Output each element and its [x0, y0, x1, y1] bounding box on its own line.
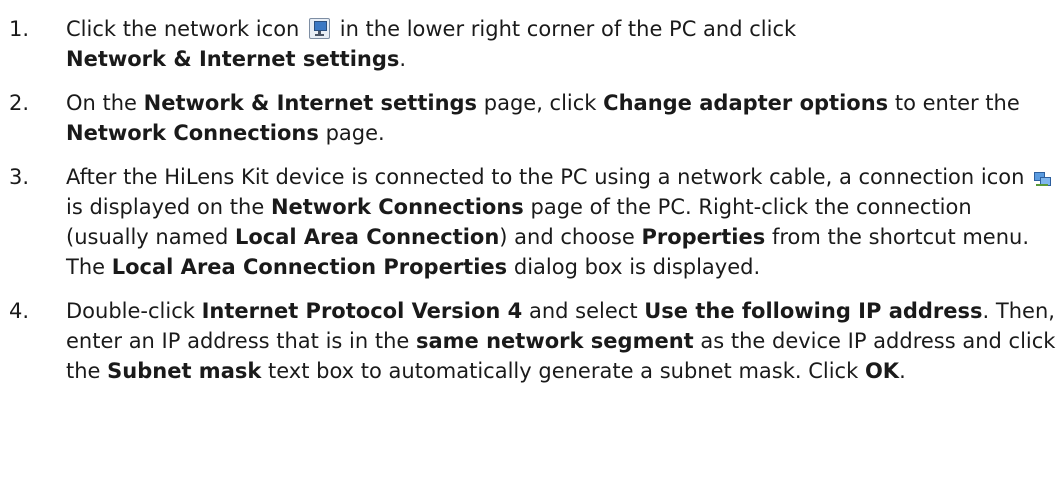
bold-term: Subnet mask [107, 359, 262, 383]
text-run: dialog box is displayed. [513, 255, 761, 279]
network-tray-icon [309, 18, 331, 39]
text-run: ) and choose [499, 225, 635, 249]
text-run: is displayed on the [66, 195, 265, 219]
bold-term: Network & Internet settings [143, 91, 478, 115]
step-number: 4. [9, 299, 30, 323]
text-run: Double-click [66, 299, 195, 323]
text-run: page. [325, 121, 385, 145]
text-run: page, click [483, 91, 597, 115]
text-run: text box to automatically generate a sub… [268, 359, 859, 383]
bold-term: Local Area Connection Properties [111, 255, 508, 279]
step-1: 1. Click the network icon in the lower r… [0, 14, 1056, 74]
step-number: 2. [9, 91, 30, 115]
text-run: and select [528, 299, 638, 323]
network-connection-icon [1033, 171, 1052, 187]
text-run: . [399, 47, 407, 71]
bold-term: Internet Protocol Version 4 [201, 299, 523, 323]
text-run: . [899, 359, 906, 383]
bold-term: Change adapter options [603, 91, 889, 115]
bold-term: Network Connections [66, 121, 319, 145]
bold-term: Network Connections [270, 195, 524, 219]
bold-term: Local Area Connection [234, 225, 500, 249]
bold-term: OK [864, 359, 900, 383]
step-2: 2. On the Network & Internet settings pa… [0, 88, 1056, 148]
text-run: Click the network icon [66, 17, 300, 41]
text-run: to enter the [894, 91, 1020, 115]
step-text: After the HiLens Kit device is connected… [66, 162, 1056, 282]
step-text: Double-click Internet Protocol Version 4… [66, 296, 1056, 386]
text-run: in the lower right corner of the PC and … [339, 17, 797, 41]
step-4: 4. Double-click Internet Protocol Versio… [0, 296, 1056, 386]
step-3: 3. After the HiLens Kit device is connec… [0, 162, 1056, 282]
step-text: On the Network & Internet settings page,… [66, 88, 1056, 148]
bold-term: Properties [641, 225, 766, 249]
bold-term: Network & Internet settings [66, 47, 400, 71]
instruction-steps: 1. Click the network icon in the lower r… [0, 0, 1056, 386]
text-run: On the [66, 91, 137, 115]
bold-term: Use the following IP address [644, 299, 983, 323]
bold-term: same network segment [416, 329, 694, 353]
step-number: 1. [9, 17, 30, 41]
step-number: 3. [9, 165, 30, 189]
text-run: After the HiLens Kit device is connected… [66, 165, 1025, 189]
step-text: Click the network icon in the lower righ… [66, 14, 1056, 74]
